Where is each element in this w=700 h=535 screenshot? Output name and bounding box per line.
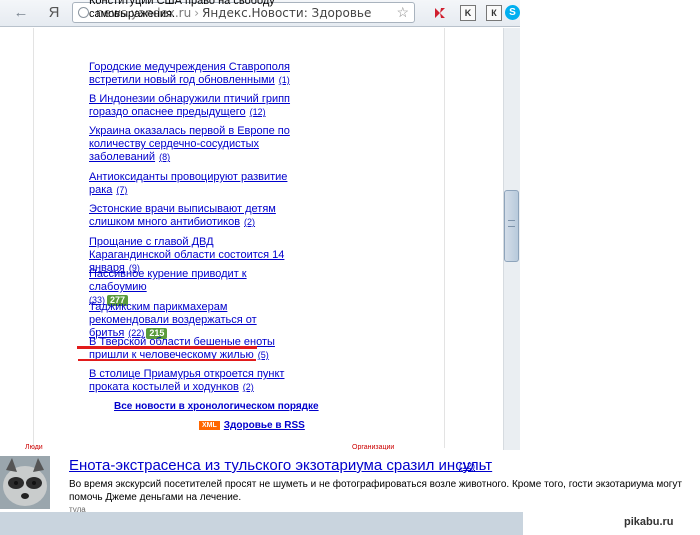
xml-badge: XML [199,421,220,430]
news-item: Конституции США право на свободу самовыр… [89,0,275,20]
bookmark-star-icon[interactable]: ☆ [396,4,409,21]
watermark: pikabu.ru [624,516,674,528]
article-count[interactable]: (12) [459,461,475,471]
column-divider [444,28,445,448]
red-highlight-line [77,346,257,349]
raccoon-photo[interactable] [0,456,50,509]
column-divider [33,28,34,448]
news-item[interactable]: Таджикским парикмахерам рекомендовали во… [89,301,294,340]
news-item[interactable]: Антиоксиданты провоцируют развитие рака(… [89,171,294,197]
article-snippet: Во время экскурсий посетителей просят не… [69,479,682,503]
back-arrow-icon[interactable]: ← [12,4,30,22]
all-news-link[interactable]: Все новости в хронологическом порядке [114,401,319,412]
skype-icon[interactable]: S [505,5,520,20]
news-item[interactable]: В столице Приамурья откроется пункт прок… [89,368,294,394]
red-highlight-line [78,359,256,361]
news-item[interactable]: Эстонские врачи выписывают детям слишком… [89,203,294,229]
news-item[interactable]: Украина оказалась первой в Европе по кол… [89,125,294,164]
extension-k-icon[interactable]: K [460,5,476,21]
extension-k-cyrillic-icon[interactable]: К [486,5,502,21]
page-icon [78,7,89,18]
scrollbar-grip-icon [508,220,515,227]
news-item[interactable]: Городские медучреждения Ставрополя встре… [89,61,294,87]
news-item[interactable]: В Индонезии обнаружили птичий грипп гора… [89,93,294,119]
yandex-logo-icon[interactable]: Я [45,4,63,22]
kaspersky-icon[interactable] [432,5,448,21]
article-title-link[interactable]: Енота-экстрасенса из тульского экзотариу… [69,457,492,474]
rss-link[interactable]: XML Здоровье в RSS [199,420,305,431]
taskbar [0,512,523,535]
